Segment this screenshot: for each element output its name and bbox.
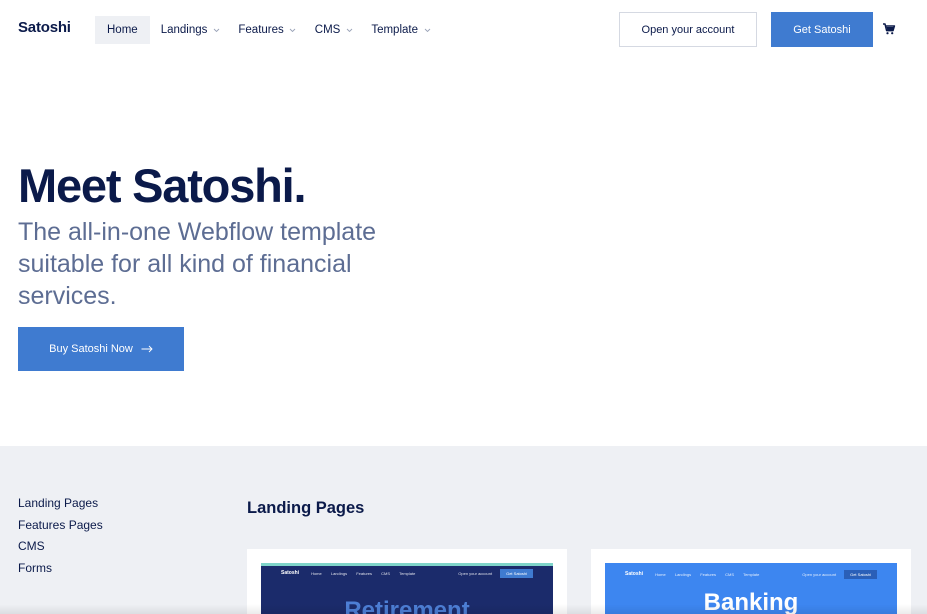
nav-item-home[interactable]: Home (95, 16, 150, 44)
templates-section: Landing Pages Features Pages CMS Forms L… (0, 446, 927, 614)
preview-menu-item: Landings (330, 570, 348, 576)
chevron-down-icon (345, 26, 353, 34)
hero-title: Meet Satoshi. (18, 159, 307, 212)
preview-get-button: Get Satoshi (500, 568, 533, 578)
buy-button-label: Buy Satoshi Now (49, 343, 133, 355)
sidebar-item-cms[interactable]: CMS (18, 536, 103, 558)
nav-item-cms[interactable]: CMS (306, 16, 363, 44)
nav-item-label: Features (238, 24, 284, 36)
preview-open-button: Open your account (802, 571, 837, 577)
nav-item-label: CMS (314, 24, 341, 36)
sidebar-item-features-pages[interactable]: Features Pages (18, 515, 103, 537)
nav-item-features[interactable]: Features (229, 16, 305, 44)
preview-menu: Home Landings Features CMS Template (311, 571, 423, 576)
main-menu: Home Landings Features CMS Template (95, 16, 440, 44)
preview-menu-item: Features (356, 570, 373, 576)
nav-item-label: Landings (160, 24, 208, 36)
preview-navbar: Satoshi Home Landings Features CMS Templ… (261, 566, 553, 580)
bottom-fade (0, 604, 927, 614)
preview-menu-item: CMS (381, 570, 391, 576)
hero-subtitle: The all-in-one Webflow template suitable… (18, 218, 377, 310)
buy-satoshi-button[interactable]: Buy Satoshi Now (18, 327, 184, 371)
sidebar-item-forms[interactable]: Forms (18, 558, 103, 580)
preview-open-button: Open your account (458, 570, 493, 576)
arrow-right-icon (141, 345, 153, 353)
preview-get-button: Get Satoshi (844, 569, 877, 579)
preview-navbar: Satoshi Home Landings Features CMS Templ… (605, 567, 897, 581)
preview-actions: Open your account Get Satoshi (802, 569, 877, 579)
preview-actions: Open your account Get Satoshi (458, 568, 533, 578)
nav-item-label: Template (371, 24, 418, 36)
section-title: Landing Pages (247, 499, 365, 517)
preview-menu-item: Template (399, 570, 416, 576)
preview-menu-item: Landings (674, 571, 692, 577)
nav-item-label: Home (107, 24, 138, 36)
top-navbar: Satoshi Home Landings Features CMS Templ… (0, 0, 927, 60)
brand-logo[interactable]: Satoshi (18, 19, 71, 36)
preview-menu: Home Landings Features CMS Template (655, 572, 767, 577)
preview-menu-item: Home (311, 570, 322, 576)
nav-item-template[interactable]: Template (362, 16, 440, 44)
get-satoshi-button[interactable]: Get Satoshi (771, 12, 873, 47)
chevron-down-icon (289, 26, 297, 34)
preview-menu-item: CMS (725, 571, 735, 577)
cart-icon[interactable] (882, 22, 896, 36)
open-account-button[interactable]: Open your account (619, 12, 757, 47)
preview-menu-item: Template (743, 571, 760, 577)
preview-menu-item: Features (700, 571, 717, 577)
nav-item-landings[interactable]: Landings (152, 16, 230, 44)
preview-brand: Satoshi (281, 570, 300, 576)
chevron-down-icon (212, 26, 220, 34)
chevron-down-icon (423, 26, 431, 34)
category-sidebar: Landing Pages Features Pages CMS Forms (18, 493, 103, 579)
preview-menu-item: Home (655, 571, 666, 577)
sidebar-item-landing-pages[interactable]: Landing Pages (18, 493, 103, 515)
preview-brand: Satoshi (625, 571, 644, 577)
